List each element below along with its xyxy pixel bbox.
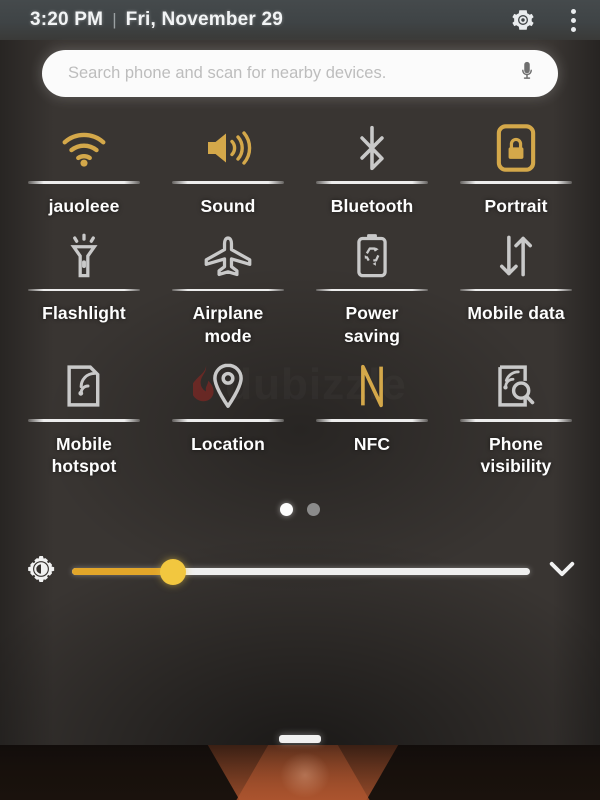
status-bar-separator: | xyxy=(112,10,117,29)
search-input[interactable] xyxy=(68,64,516,83)
location-pin-icon xyxy=(208,357,248,415)
bluetooth-icon xyxy=(355,119,389,177)
bezel-glow xyxy=(280,752,330,798)
slider-fill xyxy=(72,568,173,576)
tile-location[interactable]: Location xyxy=(156,347,300,477)
brightness-slider[interactable] xyxy=(72,558,530,585)
tile-label: NFC xyxy=(353,433,391,454)
tile-divider xyxy=(315,288,429,292)
tile-label: jauoleee xyxy=(48,195,120,216)
phone-bezel xyxy=(0,745,600,800)
tile-mobile-hotspot[interactable]: Mobile hotspot xyxy=(12,347,156,477)
tile-divider xyxy=(459,419,573,422)
quick-settings-tiles: jauoleee Sound Bluetooth Portrait Flashl… xyxy=(0,97,600,477)
tile-divider xyxy=(459,288,573,292)
tile-nfc[interactable]: NFC xyxy=(300,347,444,477)
status-bar-date: Fri, November 29 xyxy=(125,9,284,30)
airplane-icon xyxy=(203,227,253,285)
tile-label: Flashlight xyxy=(42,303,126,324)
phone-photo: 3:20 PM | Fri, November 29 Search phone … xyxy=(0,0,600,800)
search-bar[interactable] xyxy=(42,50,558,97)
tile-divider xyxy=(315,419,429,422)
slider-thumb[interactable] xyxy=(159,558,186,585)
phone-visibility-icon xyxy=(495,357,537,415)
status-bar: 3:20 PM | Fri, November 29 xyxy=(0,0,600,40)
overflow-menu-icon[interactable] xyxy=(564,8,582,32)
tile-divider xyxy=(459,181,573,184)
tile-row: jauoleee Sound Bluetooth Portrait xyxy=(12,109,588,217)
tile-divider xyxy=(171,288,285,292)
tile-label: Power saving xyxy=(343,303,401,346)
tile-row: Mobile hotspot Location NFC Phone visibi… xyxy=(12,347,588,477)
brightness-row xyxy=(0,552,600,591)
flashlight-icon xyxy=(65,227,103,285)
tile-divider xyxy=(27,181,141,184)
wifi-icon xyxy=(59,119,109,177)
microphone-icon[interactable] xyxy=(516,58,538,89)
mobile-data-icon xyxy=(494,227,538,285)
tile-label: Phone visibility xyxy=(480,433,552,477)
quick-settings-panel: 3:20 PM | Fri, November 29 Search phone … xyxy=(0,0,600,752)
overflow-dot xyxy=(570,8,576,14)
tile-divider xyxy=(27,419,141,422)
tile-divider xyxy=(171,419,285,422)
page-dot-active[interactable] xyxy=(280,503,293,517)
tile-flashlight[interactable]: Flashlight xyxy=(12,217,156,347)
status-bar-clock: 3:20 PM xyxy=(30,9,104,30)
tile-label: Airplane mode xyxy=(192,303,264,346)
tile-wifi[interactable]: jauoleee xyxy=(12,109,156,217)
hotspot-icon xyxy=(65,357,103,415)
tile-label: Location xyxy=(191,433,265,454)
tile-label: Sound xyxy=(200,195,256,216)
nfc-icon xyxy=(354,357,390,415)
page-dot[interactable] xyxy=(307,503,320,517)
tile-bluetooth[interactable]: Bluetooth xyxy=(300,109,444,217)
overflow-dot xyxy=(570,17,576,23)
rotation-lock-icon xyxy=(496,119,536,177)
tile-label: Bluetooth xyxy=(330,195,414,216)
auto-brightness-icon[interactable] xyxy=(24,552,58,591)
tile-divider xyxy=(171,181,285,184)
page-indicator xyxy=(0,503,600,517)
power-saving-icon xyxy=(354,227,390,285)
tile-divider xyxy=(315,181,429,184)
tile-label: Mobile data xyxy=(467,303,565,324)
sound-icon xyxy=(204,119,252,177)
tile-airplane-mode[interactable]: Airplane mode xyxy=(156,217,300,347)
tile-power-saving[interactable]: Power saving xyxy=(300,217,444,347)
home-indicator[interactable] xyxy=(279,735,321,743)
tile-mobile-data[interactable]: Mobile data xyxy=(444,217,588,347)
tile-sound[interactable]: Sound xyxy=(156,109,300,217)
tile-phone-visibility[interactable]: Phone visibility xyxy=(444,347,588,477)
tile-label: Portrait xyxy=(484,195,548,216)
tile-divider xyxy=(27,288,141,292)
search-bar-container xyxy=(0,40,600,97)
tile-label: Mobile hotspot xyxy=(51,433,117,477)
tile-portrait[interactable]: Portrait xyxy=(444,109,588,217)
overflow-dot xyxy=(570,26,576,32)
chevron-down-icon[interactable] xyxy=(546,556,578,587)
tile-row: Flashlight Airplane mode Power saving Mo… xyxy=(12,217,588,347)
gear-icon[interactable] xyxy=(510,7,536,33)
